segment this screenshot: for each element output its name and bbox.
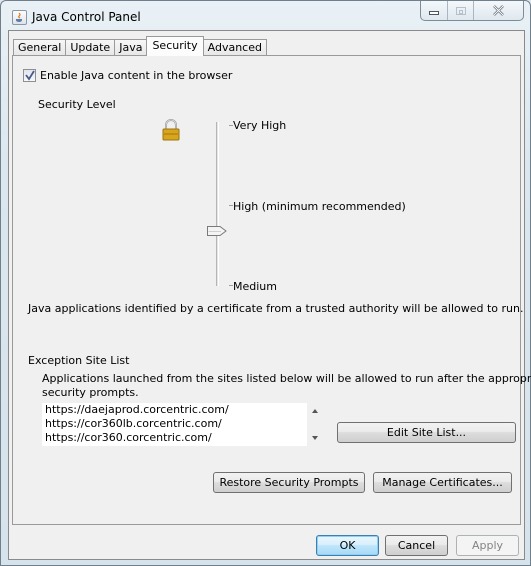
enable-java-row: Enable Java content in the browser: [23, 69, 232, 82]
site-list-item[interactable]: https://cor360lb.corcentric.com/: [42, 417, 307, 431]
site-list-item[interactable]: https://cor360.corcentric.com/: [42, 431, 307, 445]
site-list-scrollbar[interactable]: [307, 403, 324, 446]
exception-description-line1: Applications launched from the sites lis…: [42, 372, 531, 385]
exception-description-line2: security prompts.: [42, 386, 139, 399]
security-level-description: Java applications identified by a certif…: [28, 302, 524, 315]
minimize-button[interactable]: [421, 1, 448, 20]
maximize-icon: [455, 6, 466, 15]
java-control-panel-window: Java Control Panel General Update Java S…: [0, 0, 531, 566]
site-list-item[interactable]: https://daejaprod.corcentric.com/: [42, 403, 307, 417]
title-bar[interactable]: Java Control Panel: [1, 1, 530, 31]
caption-buttons: [420, 1, 524, 21]
minimize-icon: [429, 11, 439, 15]
close-icon: [493, 5, 504, 16]
level-very-high-label: Very High: [233, 119, 287, 132]
enable-java-checkbox[interactable]: [23, 69, 36, 82]
enable-java-label: Enable Java content in the browser: [40, 69, 233, 82]
restore-security-prompts-button[interactable]: Restore Security Prompts: [213, 472, 365, 493]
level-high-label: High (minimum recommended): [233, 200, 406, 213]
tab-update[interactable]: Update: [65, 39, 116, 56]
maximize-button[interactable]: [448, 1, 474, 20]
dialog-client-area: General Update Java Security Advanced En…: [8, 30, 531, 560]
java-cup-icon: [12, 10, 27, 25]
tab-java[interactable]: Java: [114, 39, 148, 56]
exception-site-list-heading: Exception Site List: [28, 354, 130, 367]
security-level-slider-thumb[interactable]: [206, 225, 228, 237]
cancel-button[interactable]: Cancel: [385, 535, 448, 556]
manage-certificates-button[interactable]: Manage Certificates...: [373, 472, 512, 493]
level-medium-label: Medium: [233, 280, 277, 293]
tab-security[interactable]: Security: [146, 36, 204, 56]
scroll-up-arrow-icon[interactable]: [312, 409, 318, 413]
padlock-icon: [162, 119, 180, 141]
tab-advanced[interactable]: Advanced: [202, 39, 267, 56]
tab-general[interactable]: General: [13, 39, 67, 56]
apply-button[interactable]: Apply: [456, 535, 519, 556]
security-tab-panel: Enable Java content in the browser Secur…: [12, 55, 531, 525]
security-level-slider-track[interactable]: [216, 122, 219, 286]
exception-site-list[interactable]: https://daejaprod.corcentric.com/ https:…: [42, 403, 307, 446]
scroll-down-arrow-icon[interactable]: [312, 436, 318, 440]
checkmark-icon: [25, 70, 35, 81]
security-level-heading: Security Level: [38, 98, 116, 111]
ok-button[interactable]: OK: [316, 535, 379, 556]
tab-strip: General Update Java Security Advanced: [13, 36, 267, 56]
close-button[interactable]: [474, 1, 523, 20]
edit-site-list-button[interactable]: Edit Site List...: [337, 422, 516, 443]
window-title: Java Control Panel: [32, 10, 141, 24]
